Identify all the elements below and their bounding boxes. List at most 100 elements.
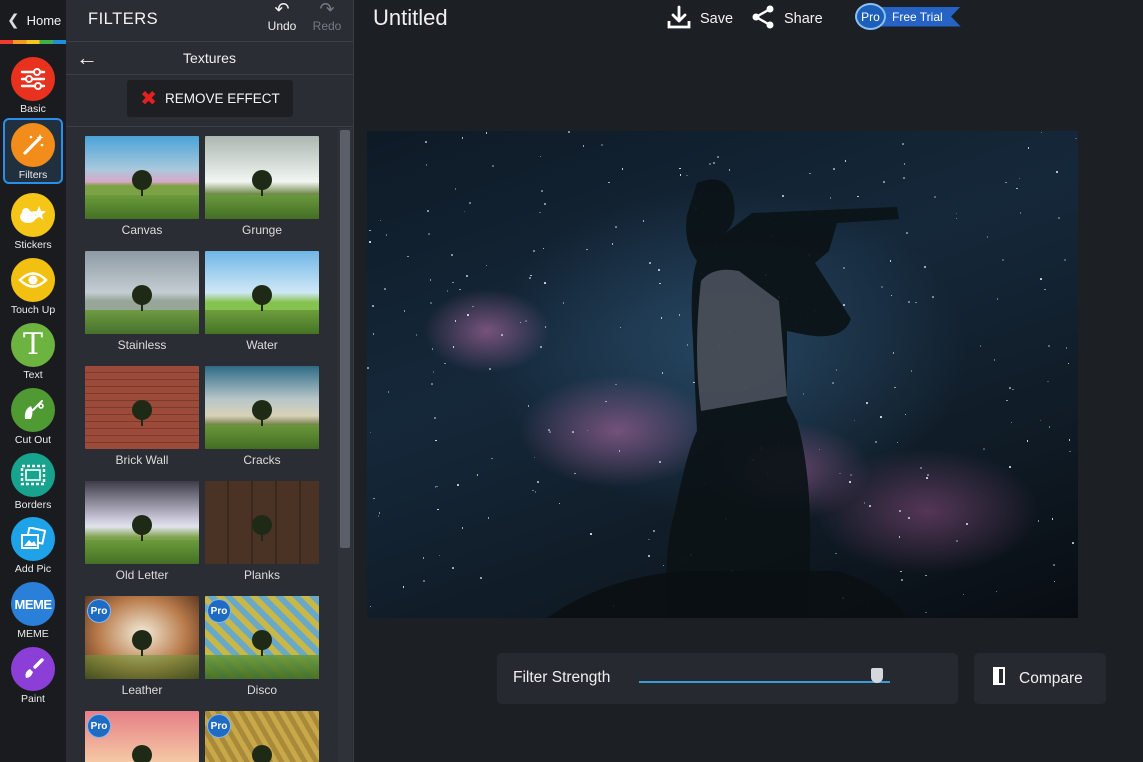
compare-label: Compare	[1019, 669, 1083, 687]
share-button[interactable]: Share	[751, 4, 823, 34]
filter-thumbnail[interactable]	[85, 251, 199, 334]
filter-thumbnail[interactable]: Pro	[85, 596, 199, 679]
filter-thumbnail-grid: Canvas Grunge Stainless Water Brick Wall Crac…	[66, 128, 336, 762]
pro-badge: Pro	[207, 714, 231, 738]
save-button[interactable]: Save	[667, 4, 733, 34]
thumbnail-grass	[205, 310, 319, 334]
save-label: Save	[700, 11, 734, 27]
thumbnail-trunk	[141, 531, 143, 541]
thumbnail-grass	[85, 540, 199, 564]
redo-icon: ↷	[319, 0, 335, 19]
tool-label: Stickers	[14, 239, 52, 251]
filter-thumbnail[interactable]	[85, 366, 199, 449]
tool-label: Basic	[20, 103, 46, 115]
filter-thumbnail[interactable]	[85, 136, 199, 219]
thumbnail-trunk	[141, 416, 143, 426]
download-icon	[667, 5, 691, 33]
category-header: ← Textures	[66, 42, 353, 75]
remove-effect-row: ✖ REMOVE EFFECT	[66, 75, 353, 127]
thumbnail-grass	[85, 195, 199, 219]
pro-badge: Pro	[207, 599, 231, 623]
thumbnail-trunk	[261, 186, 263, 196]
thumbnail-trunk	[261, 301, 263, 311]
border-frame-icon	[11, 453, 55, 497]
tool-label: Borders	[14, 499, 52, 511]
filters-panel: FILTERS ↶ Undo ↷ Redo ← Textures ✖ REMOV…	[66, 0, 354, 762]
remove-effect-button[interactable]: ✖ REMOVE EFFECT	[127, 80, 293, 117]
undo-label: Undo	[267, 19, 297, 33]
free-trial-ribbon: Free Trial	[880, 6, 961, 27]
undo-icon: ↶	[274, 0, 290, 19]
tool-filters[interactable]: Filters	[3, 118, 63, 184]
thumbnail-trunk	[141, 301, 143, 311]
filter-thumbnail[interactable]	[205, 366, 319, 449]
thumbnail-trunk	[141, 186, 143, 196]
tool-paint[interactable]: Paint	[3, 644, 63, 710]
eye-icon	[11, 258, 55, 302]
filter-strength-label: Filter Strength	[513, 669, 611, 686]
sticker-icon	[11, 193, 55, 237]
cutout-icon	[11, 388, 55, 432]
thumbnail-trunk	[261, 646, 263, 656]
thumbnail-trunk	[261, 416, 263, 426]
pro-free-trial-button[interactable]: Pro Free Trial	[855, 3, 961, 30]
filter-thumbnail[interactable]	[205, 136, 319, 219]
thumbnail-grass	[205, 195, 319, 219]
tool-stickers[interactable]: Stickers	[3, 190, 63, 256]
undo-button[interactable]: ↶ Undo	[262, 0, 302, 33]
photo-editor: ❮ Home Basic Filters Stickers Touch Up T…	[0, 0, 1143, 762]
filter-thumbnail[interactable]	[85, 481, 199, 564]
thumbnail-trunk	[261, 531, 263, 541]
share-icon	[751, 5, 775, 33]
thumbnail-grass	[85, 655, 199, 679]
filter-thumbnail[interactable]: Pro	[85, 711, 199, 762]
thumbnail-trunk	[141, 646, 143, 656]
panel-title: FILTERS	[88, 10, 159, 28]
panel-header: FILTERS ↶ Undo ↷ Redo	[66, 0, 353, 42]
filter-thumbnail[interactable]	[205, 251, 319, 334]
pro-badge: Pro	[87, 599, 111, 623]
home-button[interactable]: ❮ Home	[0, 0, 66, 40]
tool-borders[interactable]: Borders	[3, 450, 63, 516]
add-picture-icon	[11, 517, 55, 561]
filter-thumbnail[interactable]	[205, 481, 319, 564]
thumbnail-tree	[132, 745, 152, 762]
tool-label: Text	[23, 369, 43, 381]
filter-label: Grunge	[241, 223, 283, 237]
tool-label: Touch Up	[10, 304, 56, 316]
text-t-icon: T	[11, 323, 55, 367]
filter-label: Water	[246, 338, 278, 352]
filter-label: Brick Wall	[115, 453, 169, 467]
close-icon: ✖	[140, 87, 157, 110]
thumbnail-grass	[205, 655, 319, 679]
thumbnail-grass	[85, 310, 199, 334]
tool-label: Add Pic	[14, 563, 52, 575]
filter-label: Cracks	[243, 453, 281, 467]
tool-text[interactable]: T Text	[3, 320, 63, 386]
filter-thumbnail[interactable]: Pro	[205, 596, 319, 679]
tool-add-pic[interactable]: Add Pic	[3, 514, 63, 580]
tool-meme[interactable]: MEME MEME	[3, 579, 63, 645]
document-title[interactable]: Untitled	[373, 5, 448, 31]
remove-effect-label: REMOVE EFFECT	[165, 91, 280, 106]
tool-cut-out[interactable]: Cut Out	[3, 385, 63, 451]
photo-canvas[interactable]	[367, 131, 1078, 618]
redo-button[interactable]: ↷ Redo	[307, 0, 347, 33]
slider-handle[interactable]	[871, 668, 884, 683]
tool-label: Paint	[21, 693, 45, 705]
sliders-icon	[11, 57, 55, 101]
home-label: Home	[26, 12, 62, 28]
tool-basic[interactable]: Basic	[3, 54, 63, 120]
panel-scrollbar[interactable]	[338, 128, 352, 762]
filter-strength-slider[interactable]	[639, 681, 890, 683]
tool-label: MEME	[17, 628, 49, 640]
tool-touch-up[interactable]: Touch Up	[3, 255, 63, 321]
filter-label: Old Letter	[115, 568, 169, 582]
filter-label: Disco	[246, 683, 277, 697]
person-silhouette	[547, 179, 907, 618]
filter-label: Stainless	[117, 338, 167, 352]
compare-button[interactable]: Compare	[974, 653, 1106, 704]
thumbnail-grass	[205, 425, 319, 449]
filter-thumbnail[interactable]: Pro	[205, 711, 319, 762]
scrollbar-thumb[interactable]	[340, 130, 350, 548]
